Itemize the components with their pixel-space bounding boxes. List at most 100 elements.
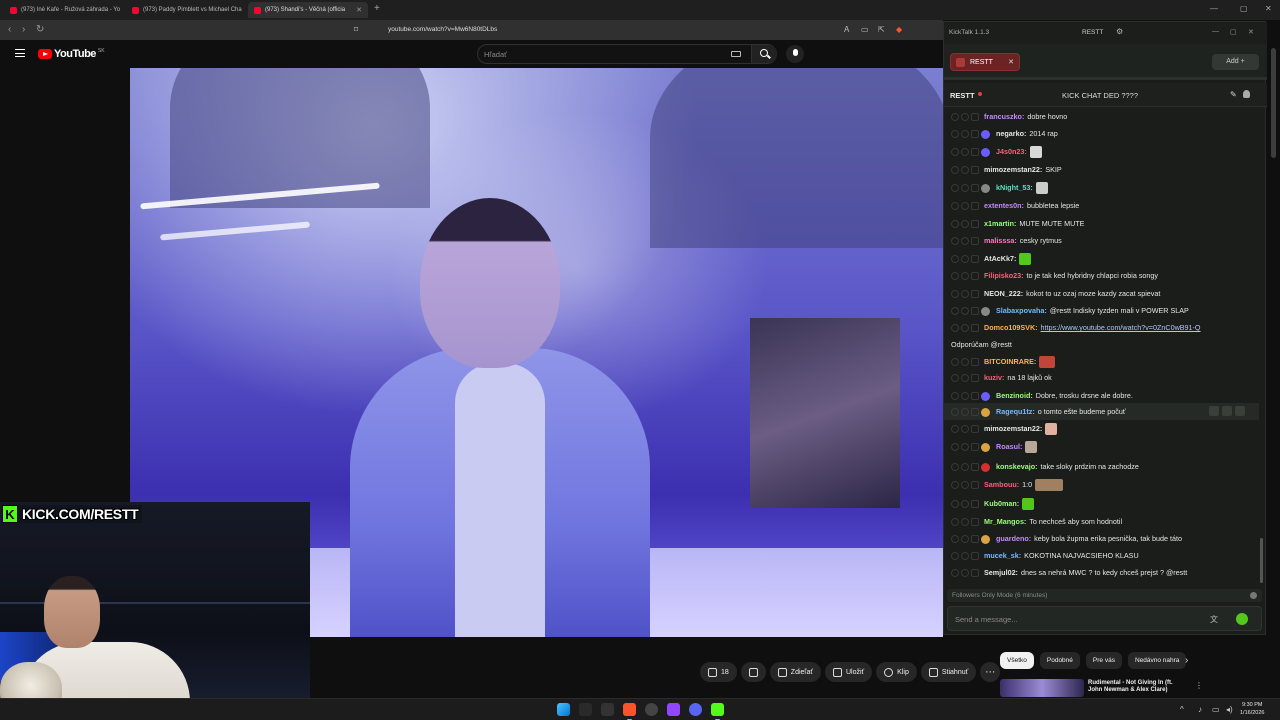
chat-username[interactable]: NEON_222: <box>984 289 1023 298</box>
user-icon[interactable] <box>1243 90 1250 98</box>
timeout-icon[interactable] <box>951 374 959 383</box>
chat-message[interactable]: mimozemstan22: <box>944 420 1259 437</box>
more-actions-icon[interactable]: ⋯ <box>980 662 1001 682</box>
mod-icon[interactable] <box>971 392 979 401</box>
browser-tab-1[interactable]: (973) Iné Kafe - Ružová záhrada - Yo <box>4 2 124 18</box>
ban-icon[interactable] <box>961 425 969 434</box>
info-icon[interactable] <box>1250 592 1257 599</box>
chat-message[interactable]: Benzinoid: Dobre, trosku drsne ale dobre. <box>944 387 1259 404</box>
chat-message[interactable]: Sambouu: 1:0 <box>944 476 1259 493</box>
bookmark-icon[interactable]: ⌑ <box>354 25 358 34</box>
chat-message[interactable]: Kub0man: <box>944 495 1259 512</box>
chat-message[interactable]: Slabaxpovaha: @restt Indisky tyzden mali … <box>944 302 1259 319</box>
search-input[interactable] <box>484 47 714 61</box>
timeout-icon[interactable] <box>951 500 959 509</box>
mod-icon[interactable] <box>971 425 979 434</box>
chip-for-you[interactable]: Pre vás <box>1085 652 1122 669</box>
ban-icon[interactable] <box>961 255 969 264</box>
clip-button[interactable]: Klip <box>876 662 917 682</box>
minimize-icon[interactable]: — <box>1212 28 1219 35</box>
chat-emote-icon[interactable] <box>1025 441 1038 454</box>
chat-username[interactable]: malisssa: <box>984 236 1017 245</box>
ban-icon[interactable] <box>961 443 969 452</box>
chat-message[interactable]: Semjul02: dnes sa nehrá MWC ? to kedy chc… <box>944 564 1259 581</box>
chat-message[interactable]: AtAcKk7: <box>944 250 1259 267</box>
chat-username[interactable]: francuszko: <box>984 112 1024 121</box>
mod-icon[interactable] <box>971 443 979 452</box>
chat-username[interactable]: guardeno: <box>996 534 1031 543</box>
share-page-icon[interactable]: ⇱ <box>878 25 885 34</box>
chip-all[interactable]: Všetko <box>1000 652 1034 669</box>
mod-icon[interactable] <box>971 374 979 383</box>
mod-icon[interactable] <box>971 358 979 367</box>
search-button[interactable] <box>751 45 777 63</box>
back-icon[interactable]: ‹ <box>8 24 11 35</box>
voice-search-icon[interactable] <box>786 45 804 63</box>
mod-icon[interactable] <box>971 166 979 175</box>
timeout-icon[interactable] <box>951 202 959 211</box>
mod-icon[interactable] <box>971 463 979 472</box>
mod-icon[interactable] <box>971 184 979 193</box>
chat-message[interactable]: J4s0n23: <box>944 143 1259 160</box>
chat-message[interactable]: Roasul: <box>944 438 1259 455</box>
maximize-icon[interactable]: ▢ <box>1240 4 1248 13</box>
reply-icon[interactable] <box>1222 406 1232 416</box>
chat-message[interactable]: konskevajo: take sloky prdzim na zachodze <box>944 458 1259 475</box>
ban-icon[interactable] <box>961 408 969 417</box>
mod-icon[interactable] <box>971 202 979 211</box>
ban-icon[interactable] <box>961 374 969 383</box>
chat-emote-icon[interactable] <box>1019 253 1032 266</box>
pin-message-icon[interactable] <box>1209 406 1219 416</box>
chip-related[interactable]: Podobné <box>1039 652 1080 669</box>
volume-icon[interactable]: ◂) <box>1226 705 1233 714</box>
timeout-icon[interactable] <box>951 255 959 264</box>
chat-emote-icon[interactable] <box>1035 479 1064 492</box>
mod-icon[interactable] <box>971 307 979 316</box>
timeout-icon[interactable] <box>951 425 959 434</box>
timeout-icon[interactable] <box>951 392 959 401</box>
ban-icon[interactable] <box>961 130 969 139</box>
network-icon[interactable]: ▭ <box>1212 705 1220 714</box>
chat-username[interactable]: Domco109SVK: <box>984 323 1038 332</box>
translate-icon[interactable]: 文 <box>1210 614 1218 625</box>
timeout-icon[interactable] <box>951 237 959 246</box>
chat-emote-icon[interactable] <box>1022 498 1035 511</box>
recommended-video[interactable]: Rudimental - Not Giving In (ft. John New… <box>1000 679 1203 697</box>
chat-username[interactable]: extentes0n: <box>984 201 1024 210</box>
browser-tab-3[interactable]: (973) Shandi's - Věčná (officia ✕ <box>248 2 368 18</box>
settings-gear-icon[interactable]: ⚙ <box>1116 27 1123 36</box>
chat-username[interactable]: Slabaxpovaha: <box>996 306 1047 315</box>
mod-icon[interactable] <box>971 290 979 299</box>
timeout-icon[interactable] <box>951 535 959 544</box>
pin-icon[interactable]: ✎ <box>1230 90 1237 99</box>
timeout-icon[interactable] <box>951 113 959 122</box>
chat-username[interactable]: kuziv: <box>984 373 1004 382</box>
task-view-icon[interactable] <box>601 703 614 716</box>
chat-message[interactable]: mimozemstan22: SKIP <box>944 161 1259 178</box>
chat-emote-icon[interactable] <box>1035 182 1048 195</box>
chat-username[interactable]: mucek_sk: <box>984 551 1021 560</box>
page-scrollbar[interactable] <box>1268 40 1280 700</box>
chat-input[interactable] <box>955 612 1195 626</box>
timeout-icon[interactable] <box>951 552 959 561</box>
chat-emote-icon[interactable] <box>1039 356 1056 369</box>
twitch-icon[interactable] <box>667 703 680 716</box>
timeout-icon[interactable] <box>951 443 959 452</box>
close-icon[interactable]: ✕ <box>1248 28 1254 36</box>
close-icon[interactable]: ✕ <box>1265 4 1272 13</box>
ban-icon[interactable] <box>961 518 969 527</box>
chat-message[interactable]: x1martin: MUTE MUTE MUTE <box>944 215 1259 232</box>
recommended-title[interactable]: Rudimental - Not Giving In (ft. John New… <box>1088 680 1188 694</box>
chat-message[interactable]: guardeno: keby bola župma erika pesnička,… <box>944 530 1259 547</box>
chat-message[interactable]: negarko: 2014 rap <box>944 125 1259 142</box>
kicktalk-icon[interactable] <box>711 703 724 720</box>
timeout-icon[interactable] <box>951 290 959 299</box>
chat-message[interactable]: Mr_Mangos: To nechceš aby som hodnotil <box>944 513 1259 530</box>
chat-username[interactable]: Semjul02: <box>984 568 1018 577</box>
chat-scrollbar[interactable] <box>1259 108 1265 588</box>
mod-icon[interactable] <box>971 569 979 578</box>
copy-icon[interactable] <box>1235 406 1245 416</box>
timeout-icon[interactable] <box>951 358 959 367</box>
chat-username[interactable]: mimozemstan22: <box>984 424 1042 433</box>
mod-icon[interactable] <box>971 324 979 333</box>
